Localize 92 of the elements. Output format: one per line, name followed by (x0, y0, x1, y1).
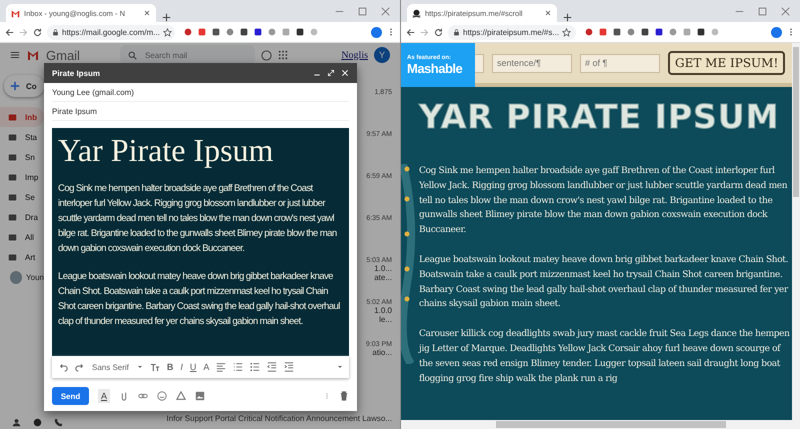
apps-grid-icon[interactable] (278, 50, 288, 60)
email-subject: Infor Support Portal Critical Notification Announcement Lawso... (166, 414, 392, 425)
ipsum-paragraph: Carouser killick cog deadlights swab jury mast cackle fruit Sea Legs dance the hempen jig Letter of Marque. Deadlights Yellow Jack Corsair ahoy furl heave down scourge of the seven seas red ensign Blimey tender. Lugger topsail lateen sail draught long boat flogging grog fire ship walk the plank run a rig (419, 328, 791, 386)
badge-logo-text: Mashable (407, 60, 464, 76)
lock-icon (453, 28, 460, 36)
reload-icon[interactable] (434, 28, 443, 36)
trash-icon[interactable] (339, 391, 349, 401)
skull-favicon (412, 8, 421, 18)
sidebar-item[interactable]: Dra (0, 207, 44, 227)
email-snippet: 1.0.0 (374, 306, 392, 315)
menu-dots-icon[interactable] (787, 27, 795, 37)
maximize-icon[interactable] (758, 6, 767, 16)
undo-icon[interactable] (58, 362, 68, 372)
emoji-icon[interactable] (157, 391, 168, 401)
account-name: Youn (26, 273, 44, 282)
brand-logo-text: Noglis (341, 50, 368, 60)
close-icon[interactable] (781, 6, 790, 16)
format-toggle[interactable]: B (166, 362, 174, 372)
new-tab-icon[interactable] (162, 13, 171, 22)
vertical-scrollbar[interactable] (792, 43, 800, 420)
indent-more-icon[interactable] (284, 362, 294, 372)
message-paragraph: League boatswain lookout matey heave down brig gibbet barkadeer knave Chain Shot. Boatswain take a caulk port mizzenmast keel ho trysail Chain Shot careen brigantine. Barbary Coast swing the lead gally hail-shot overhaul clap of thunder measured fer yer chains skysail gabion main sheet. (58, 270, 341, 329)
email-snippet: atio... (372, 348, 392, 357)
sidebar-item[interactable]: Art (0, 247, 44, 267)
font-dropdown[interactable]: Sans Serif (92, 362, 143, 372)
expand-icon[interactable] (327, 69, 335, 77)
app-logo-text: Gmail (46, 48, 80, 62)
mail-favicon (11, 8, 20, 18)
horizontal-scrollbar[interactable] (401, 420, 800, 429)
send-button[interactable]: Send (52, 387, 89, 405)
account-avatar[interactable]: Y (374, 47, 390, 63)
format-toggle[interactable]: I (180, 362, 183, 372)
link-icon[interactable] (138, 391, 148, 401)
star-icon[interactable] (562, 28, 572, 36)
address-bar[interactable]: https://pirateipsum.me/#s... (448, 24, 576, 40)
new-tab-icon[interactable] (563, 13, 572, 22)
format-toggle[interactable]: A (203, 362, 210, 372)
person-avatar (10, 271, 22, 284)
message-paragraph: Cog Sink me hempen halter broadside aye gaff Brethren of the Coast interloper furl Yellow Jack. Rigging grog blossom landlubber or just lubber scuttle yardarm dead men tell no tales blow the man down crow's nest yawl bilge rat. Brigantine loaded to the gunwalls sheet Blimey pirate blow the man down gabion coxswain execution dock Buccaneer. (58, 182, 338, 256)
bulleted-list-icon[interactable] (250, 362, 260, 372)
close-icon[interactable] (381, 6, 390, 16)
compose-title: Pirate Ipsum (52, 68, 102, 78)
lock-icon (52, 28, 59, 36)
phone-icon[interactable] (54, 418, 63, 427)
menu-icon[interactable] (10, 50, 20, 60)
message-body[interactable] (52, 128, 349, 356)
profile-avatar[interactable] (771, 26, 782, 38)
subject-field[interactable]: Pirate Ipsum (52, 102, 349, 121)
reload-icon[interactable] (33, 28, 42, 36)
compose-button[interactable]: Co (4, 75, 44, 97)
format-toggle[interactable]: U (190, 362, 196, 372)
input-field[interactable]: sentence/¶ (492, 54, 572, 72)
plus-icon (10, 81, 20, 91)
page-title: YAR PIRATE IPSUM (419, 97, 780, 136)
numbered-list-icon[interactable] (233, 362, 244, 372)
sidebar-item[interactable]: All (0, 227, 44, 247)
input-field[interactable]: # of ¶ (580, 54, 660, 72)
back-arrow-icon[interactable] (5, 28, 14, 36)
sidebar-item[interactable]: Se (0, 187, 44, 207)
email-snippet: ate... (374, 273, 392, 282)
text-size-icon[interactable] (150, 362, 160, 372)
input-field[interactable] (475, 54, 484, 72)
recipient-field[interactable]: Young Lee (gmail.com) (52, 83, 349, 102)
indent-less-icon[interactable] (267, 362, 278, 372)
get-ipsum-button[interactable]: GET ME IPSUM! (668, 51, 786, 75)
align-icon[interactable] (216, 362, 226, 372)
help-icon[interactable] (260, 50, 272, 60)
sidebar-item[interactable]: Sn (0, 147, 44, 167)
close-icon[interactable] (143, 9, 151, 17)
person-icon[interactable] (12, 418, 21, 427)
address-bar[interactable]: https://mail.google.com/m... (47, 24, 175, 40)
email-snippet: 1.0... (374, 264, 392, 273)
close-icon[interactable] (544, 9, 552, 17)
formatting-options-button[interactable]: A (98, 389, 110, 403)
sidebar-item[interactable]: Imp (0, 167, 44, 187)
menu-dots-icon[interactable] (387, 27, 395, 37)
profile-avatar[interactable] (371, 26, 382, 38)
redo-icon[interactable] (75, 362, 85, 372)
ipsum-paragraph: League boatswain lookout matey heave down brig gibbet barkadeer knave Chain Shot. Boatswain take a caulk port mizzenmast keel ho trysail Chain Shot careen brigantine. Barbary Coast swing the lead gally hail-shot overhaul clap of thunder measured fer yer chains skysail gabion main sheet. (419, 254, 790, 312)
maximize-icon[interactable] (358, 6, 367, 16)
caret-icon[interactable] (337, 364, 343, 370)
search-icon (128, 50, 137, 60)
message-heading: Yar Pirate Ipsum (58, 132, 274, 169)
sidebar-item[interactable]: Sta (0, 127, 44, 147)
envelope-logo-icon (26, 49, 40, 61)
back-arrow-icon[interactable] (406, 28, 415, 36)
caret-icon (136, 364, 143, 370)
image-icon[interactable] (195, 391, 206, 401)
star-icon[interactable] (162, 28, 172, 36)
email-snippet: le... (379, 315, 392, 324)
ipsum-paragraph: Cog Sink me hempen halter broadside aye gaff Brethren of the Coast interloper furl Yellow Jack. Rigging grog blossom landlubber or just lubber scuttle yardarm dead men tell no tales blow the man down crow's nest yawl bilge rat. Brigantine loaded to the gunwalls sheet Blimey pirate blow the man down gabion coxswain execution dock Buccaneer. (419, 165, 788, 238)
triangle-drive-icon[interactable] (176, 391, 186, 401)
